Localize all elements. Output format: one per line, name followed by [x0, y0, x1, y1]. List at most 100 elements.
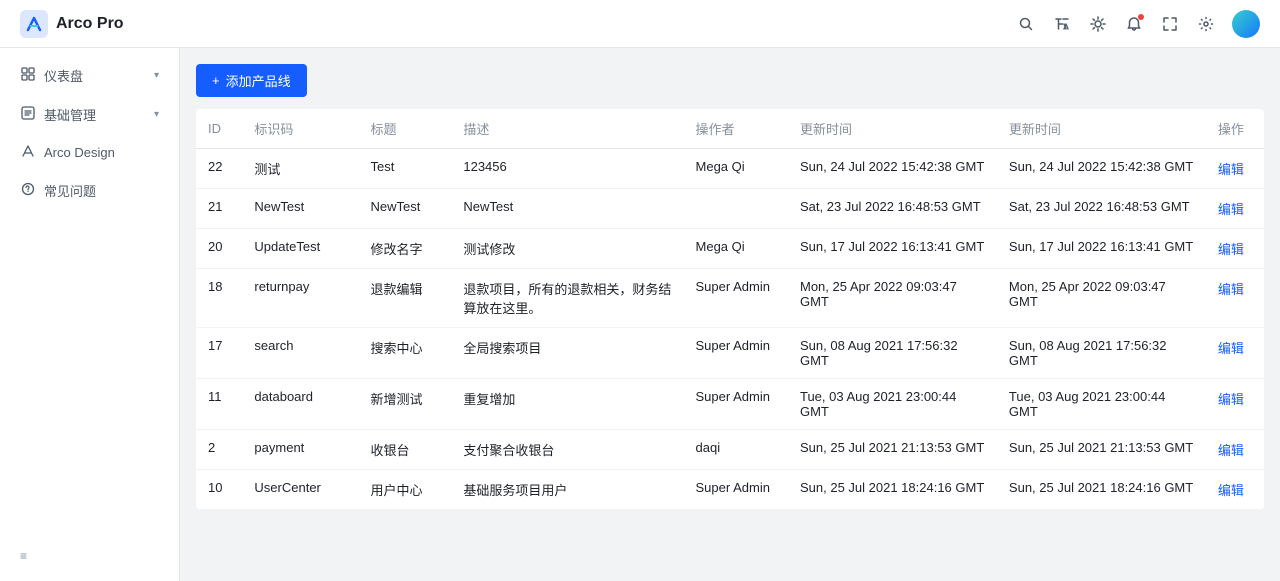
sidebar-label-arco-design: Arco Design	[44, 145, 115, 160]
cell-operator: Super Admin	[684, 379, 788, 430]
cell-created: Sun, 25 Jul 2021 21:13:53 GMT	[788, 430, 997, 470]
cell-updated: Sun, 08 Aug 2021 17:56:32 GMT	[997, 328, 1206, 379]
edit-link[interactable]: 编辑	[1218, 341, 1244, 356]
header-actions	[1016, 10, 1260, 38]
sidebar-item-faq[interactable]: 常见问题	[0, 171, 179, 210]
col-header-operator: 操作者	[684, 109, 788, 149]
cell-desc: 退款项目，所有的退款相关，财务结算放在这里。	[451, 269, 683, 328]
cell-action: 编辑	[1206, 269, 1264, 328]
product-table: ID 标识码 标题 描述 操作者 更新时间 更新时间 操作 22 测试 Test…	[196, 109, 1264, 510]
cell-created: Sun, 24 Jul 2022 15:42:38 GMT	[788, 149, 997, 189]
cell-desc: 测试修改	[451, 229, 683, 269]
sidebar-item-basic-mgmt[interactable]: 基础管理 ▾	[0, 95, 179, 134]
cell-id: 11	[196, 379, 242, 430]
sidebar-item-dashboard[interactable]: 仪表盘 ▾	[0, 56, 179, 95]
cell-operator: Super Admin	[684, 470, 788, 510]
cell-code: NewTest	[242, 189, 358, 229]
cell-id: 10	[196, 470, 242, 510]
cell-action: 编辑	[1206, 470, 1264, 510]
search-icon[interactable]	[1016, 14, 1036, 34]
table-row: 10 UserCenter 用户中心 基础服务项目用户 Super Admin …	[196, 470, 1264, 510]
basic-mgmt-icon	[20, 106, 36, 123]
cell-operator: Mega Qi	[684, 229, 788, 269]
cell-updated: Tue, 03 Aug 2021 23:00:44 GMT	[997, 379, 1206, 430]
col-header-created: 更新时间	[788, 109, 997, 149]
cell-desc: NewTest	[451, 189, 683, 229]
cell-updated: Sun, 25 Jul 2021 18:24:16 GMT	[997, 470, 1206, 510]
col-header-id: ID	[196, 109, 242, 149]
cell-updated: Sun, 17 Jul 2022 16:13:41 GMT	[997, 229, 1206, 269]
settings-icon[interactable]	[1196, 14, 1216, 34]
table-row: 22 测试 Test 123456 Mega Qi Sun, 24 Jul 20…	[196, 149, 1264, 189]
cell-id: 18	[196, 269, 242, 328]
chevron-down-icon-2: ▾	[154, 109, 159, 120]
collapse-icon: ≡	[20, 549, 27, 563]
cell-action: 编辑	[1206, 189, 1264, 229]
avatar[interactable]	[1232, 10, 1260, 38]
cell-title: 新增测试	[359, 379, 452, 430]
cell-updated: Sun, 25 Jul 2021 21:13:53 GMT	[997, 430, 1206, 470]
cell-code: returnpay	[242, 269, 358, 328]
cell-created: Sun, 08 Aug 2021 17:56:32 GMT	[788, 328, 997, 379]
edit-link[interactable]: 编辑	[1218, 242, 1244, 257]
cell-action: 编辑	[1206, 430, 1264, 470]
cell-created: Mon, 25 Apr 2022 09:03:47 GMT	[788, 269, 997, 328]
table-header-row: ID 标识码 标题 描述 操作者 更新时间 更新时间 操作	[196, 109, 1264, 149]
cell-operator: daqi	[684, 430, 788, 470]
cell-created: Sat, 23 Jul 2022 16:48:53 GMT	[788, 189, 997, 229]
cell-id: 2	[196, 430, 242, 470]
cell-desc: 基础服务项目用户	[451, 470, 683, 510]
table-row: 21 NewTest NewTest NewTest Sat, 23 Jul 2…	[196, 189, 1264, 229]
cell-action: 编辑	[1206, 379, 1264, 430]
theme-icon[interactable]	[1088, 14, 1108, 34]
fullscreen-icon[interactable]	[1160, 14, 1180, 34]
cell-operator: Mega Qi	[684, 149, 788, 189]
cell-title: 用户中心	[359, 470, 452, 510]
arco-design-icon	[20, 144, 36, 161]
cell-title: 退款编辑	[359, 269, 452, 328]
table-row: 17 search 搜索中心 全局搜索项目 Super Admin Sun, 0…	[196, 328, 1264, 379]
col-header-updated: 更新时间	[997, 109, 1206, 149]
logo-icon	[20, 10, 48, 38]
table-row: 20 UpdateTest 修改名字 测试修改 Mega Qi Sun, 17 …	[196, 229, 1264, 269]
cell-action: 编辑	[1206, 149, 1264, 189]
sidebar-label-faq: 常见问题	[44, 181, 96, 200]
col-header-code: 标识码	[242, 109, 358, 149]
cell-desc: 重复增加	[451, 379, 683, 430]
sidebar: 仪表盘 ▾ 基础管理 ▾ Arco Design	[0, 48, 180, 581]
cell-created: Sun, 25 Jul 2021 18:24:16 GMT	[788, 470, 997, 510]
edit-link[interactable]: 编辑	[1218, 443, 1244, 458]
table-row: 18 returnpay 退款编辑 退款项目，所有的退款相关，财务结算放在这里。…	[196, 269, 1264, 328]
cell-code: search	[242, 328, 358, 379]
edit-link[interactable]: 编辑	[1218, 392, 1244, 407]
edit-link[interactable]: 编辑	[1218, 282, 1244, 297]
add-product-button[interactable]: + 添加产品线	[196, 64, 307, 97]
translate-icon[interactable]	[1052, 14, 1072, 34]
table-row: 11 databoard 新增测试 重复增加 Super Admin Tue, …	[196, 379, 1264, 430]
cell-title: NewTest	[359, 189, 452, 229]
table-row: 2 payment 收银台 支付聚合收银台 daqi Sun, 25 Jul 2…	[196, 430, 1264, 470]
sidebar-item-arco-design[interactable]: Arco Design	[0, 134, 179, 171]
cell-code: 测试	[242, 149, 358, 189]
top-header: Arco Pro	[0, 0, 1280, 48]
cell-updated: Mon, 25 Apr 2022 09:03:47 GMT	[997, 269, 1206, 328]
edit-link[interactable]: 编辑	[1218, 483, 1244, 498]
col-header-action: 操作	[1206, 109, 1264, 149]
cell-operator	[684, 189, 788, 229]
sidebar-collapse-button[interactable]: ≡	[0, 539, 179, 573]
cell-action: 编辑	[1206, 328, 1264, 379]
faq-icon	[20, 182, 36, 199]
edit-link[interactable]: 编辑	[1218, 162, 1244, 177]
add-icon: +	[212, 73, 220, 88]
cell-id: 21	[196, 189, 242, 229]
cell-operator: Super Admin	[684, 328, 788, 379]
cell-id: 20	[196, 229, 242, 269]
sidebar-label-basic-mgmt: 基础管理	[44, 105, 96, 124]
cell-updated: Sat, 23 Jul 2022 16:48:53 GMT	[997, 189, 1206, 229]
notification-dot	[1138, 14, 1144, 20]
layout: 仪表盘 ▾ 基础管理 ▾ Arco Design	[0, 48, 1280, 581]
notification-icon[interactable]	[1124, 14, 1144, 34]
sidebar-label-dashboard: 仪表盘	[44, 66, 83, 85]
edit-link[interactable]: 编辑	[1218, 202, 1244, 217]
cell-created: Sun, 17 Jul 2022 16:13:41 GMT	[788, 229, 997, 269]
